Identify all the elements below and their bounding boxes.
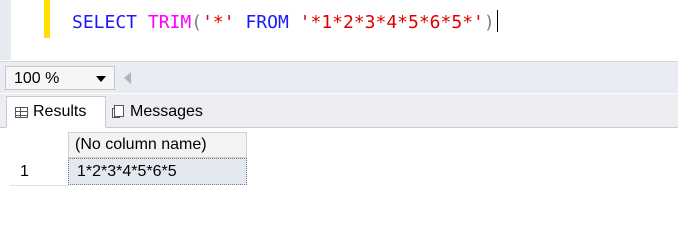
results-tab-strip: Results Messages [0, 94, 678, 128]
keyword-from: FROM [245, 12, 289, 33]
zoom-dropdown[interactable]: 100 % [5, 66, 115, 90]
tab-results[interactable]: Results [6, 96, 106, 128]
function-trim: TRIM [147, 12, 192, 33]
text-caret [496, 10, 498, 32]
query-editor[interactable]: SELECT TRIM('*' FROM '*1*2*3*4*5*6*5*') [0, 0, 678, 60]
grid-corner[interactable] [10, 132, 68, 158]
tab-messages-label: Messages [130, 103, 203, 120]
open-paren: ( [191, 12, 203, 33]
column-header[interactable]: (No column name) [68, 132, 247, 158]
tab-messages[interactable]: Messages [108, 96, 222, 128]
row-header[interactable]: 1 [10, 158, 68, 185]
keyword-select: SELECT [72, 12, 138, 33]
code-line[interactable]: SELECT TRIM('*' FROM '*1*2*3*4*5*6*5*') [72, 10, 498, 36]
grid-icon [15, 106, 28, 118]
messages-icon [112, 105, 125, 119]
editor-gutter [0, 0, 11, 60]
string-arg-1: '*' [202, 12, 235, 33]
close-paren: ) [483, 12, 495, 33]
string-arg-2: '*1*2*3*4*5*6*5*' [299, 12, 484, 33]
change-tracking-bar [44, 0, 50, 38]
result-cell[interactable]: 1*2*3*4*5*6*5 [68, 158, 247, 185]
scroll-left-icon[interactable] [124, 72, 131, 84]
zoom-bar: 100 % [0, 61, 678, 93]
tab-results-label: Results [33, 103, 87, 120]
row-divider [10, 185, 68, 186]
chevron-down-icon[interactable] [96, 76, 106, 82]
results-grid[interactable]: (No column name) 1 1*2*3*4*5*6*5 [0, 129, 678, 233]
zoom-value: 100 % [14, 70, 60, 87]
